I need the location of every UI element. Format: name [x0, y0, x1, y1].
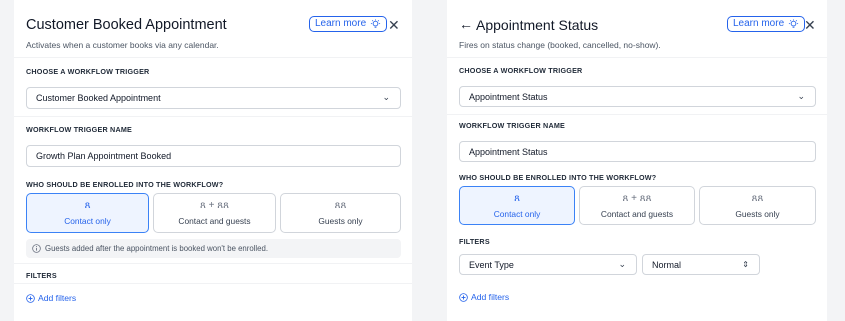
learn-more-button[interactable]: Learn more	[727, 16, 806, 32]
lightbulb-icon	[371, 18, 381, 28]
divider	[447, 114, 827, 115]
trigger-name-value: Appointment Status	[469, 146, 548, 157]
option-label: Contact and guests	[600, 208, 674, 219]
option-guests-only[interactable]: ጸጸ Guests only	[699, 186, 816, 225]
option-label: Guests only	[735, 208, 780, 219]
person-icon: ጸ	[514, 192, 520, 204]
enroll-section-label: WHO SHOULD BE ENROLLED INTO THE WORKFLOW…	[459, 173, 657, 182]
info-note-text: Guests added after the appointment is bo…	[45, 244, 268, 253]
option-label: Guests only	[318, 216, 363, 226]
panel-title: Customer Booked Appointment	[26, 17, 227, 33]
add-filters-button[interactable]: Add filters	[26, 293, 76, 303]
trigger-name-section-label: WORKFLOW TRIGGER NAME	[26, 125, 133, 134]
divider	[447, 57, 827, 58]
trigger-name-input[interactable]: Appointment Status	[459, 141, 816, 162]
chevron-updown-icon: ⇕	[742, 259, 749, 269]
learn-more-label: Learn more	[733, 18, 785, 29]
filters-section-label: FILTERS	[459, 237, 490, 246]
option-label: Contact and guests	[178, 216, 251, 226]
option-contact-and-guests[interactable]: ጸ + ጸጸ Contact and guests	[579, 186, 695, 225]
plus-circle-icon	[459, 292, 468, 302]
learn-more-label: Learn more	[315, 18, 367, 29]
info-icon	[32, 244, 41, 253]
option-contact-only[interactable]: ጸ Contact only	[459, 186, 575, 225]
option-contact-only[interactable]: ጸ Contact only	[26, 193, 149, 233]
group-icon: ጸጸ	[751, 192, 764, 204]
chevron-down-icon: ⌄	[797, 90, 805, 101]
trigger-select[interactable]: Customer Booked Appointment ⌄	[26, 87, 401, 109]
panel-subtitle: Fires on status change (booked, cancelle…	[459, 40, 661, 50]
filter-value-value: Normal	[652, 259, 682, 270]
left-trigger-panel: Customer Booked Appointment Learn more ✕…	[14, 0, 412, 321]
enroll-section-label: WHO SHOULD BE ENROLLED INTO THE WORKFLOW…	[26, 180, 224, 189]
option-label: Contact only	[493, 208, 541, 219]
trigger-select-value: Customer Booked Appointment	[36, 93, 161, 103]
divider	[14, 283, 412, 284]
trigger-name-section-label: WORKFLOW TRIGGER NAME	[459, 121, 566, 130]
filter-field-select[interactable]: Event Type ⌄	[459, 254, 637, 275]
trigger-section-label: CHOOSE A WORKFLOW TRIGGER	[459, 66, 583, 75]
trigger-select[interactable]: Appointment Status ⌄	[459, 86, 816, 107]
panel-title: Appointment Status	[476, 17, 599, 33]
learn-more-button[interactable]: Learn more	[309, 16, 388, 32]
trigger-section-label: CHOOSE A WORKFLOW TRIGGER	[26, 67, 150, 76]
trigger-name-value: Growth Plan Appointment Booked	[36, 151, 172, 161]
person-icon: ጸ	[84, 200, 91, 211]
trigger-name-input[interactable]: Growth Plan Appointment Booked	[26, 145, 401, 167]
filters-section-label: FILTERS	[26, 271, 57, 280]
divider	[14, 57, 412, 58]
add-filters-label: Add filters	[471, 292, 510, 302]
info-note: Guests added after the appointment is bo…	[26, 239, 401, 258]
divider	[14, 116, 412, 117]
right-trigger-panel: ← Appointment Status Learn more ✕ Fires …	[447, 0, 827, 321]
back-arrow-icon[interactable]: ←	[459, 16, 473, 32]
add-filters-button[interactable]: Add filters	[459, 292, 509, 302]
person-plus-group-icon: ጸ + ጸጸ	[622, 192, 652, 204]
option-contact-and-guests[interactable]: ጸ + ጸጸ Contact and guests	[153, 193, 276, 233]
plus-circle-icon	[26, 293, 35, 303]
trigger-select-value: Appointment Status	[469, 91, 548, 102]
option-guests-only[interactable]: ጸጸ Guests only	[280, 193, 401, 233]
chevron-down-icon: ⌄	[382, 91, 390, 102]
divider	[14, 263, 412, 264]
close-icon[interactable]: ✕	[388, 18, 400, 32]
add-filters-label: Add filters	[38, 293, 77, 303]
filter-field-value: Event Type	[469, 259, 514, 270]
filter-value-select[interactable]: Normal ⇕	[642, 254, 760, 275]
lightbulb-icon	[789, 18, 799, 28]
person-plus-group-icon: ጸ + ጸጸ	[200, 200, 229, 211]
close-icon[interactable]: ✕	[804, 18, 816, 32]
panel-subtitle: Activates when a customer books via any …	[26, 40, 219, 50]
group-icon: ጸጸ	[334, 200, 347, 211]
option-label: Contact only	[64, 216, 111, 226]
chevron-down-icon: ⌄	[618, 258, 626, 269]
